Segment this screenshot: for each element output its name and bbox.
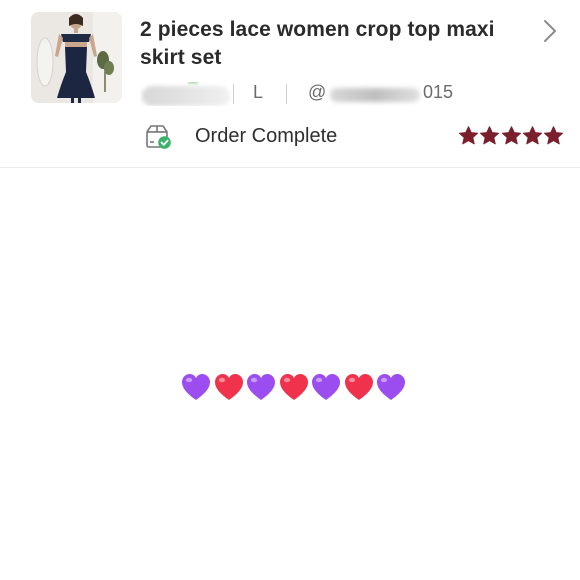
- divider: [286, 84, 287, 104]
- red-heart-icon: [214, 374, 243, 400]
- star-icon: [522, 126, 542, 145]
- star-icon: [458, 126, 479, 145]
- seller-handle-suffix: 015: [423, 82, 454, 102]
- purple-heart-icon: [182, 374, 210, 400]
- package-check-icon: [146, 125, 171, 149]
- star-icon: [543, 126, 564, 145]
- listing-title[interactable]: 2 pieces lace women crop top maxi skirt …: [140, 16, 520, 72]
- order-status-label: Order Complete: [195, 125, 338, 147]
- chevron-right-icon[interactable]: [540, 18, 560, 44]
- divider: [233, 84, 234, 104]
- star-icon: [480, 126, 500, 145]
- seller-handle-redacted: [330, 88, 420, 102]
- red-heart-icon: [279, 374, 308, 400]
- red-heart-icon: [344, 374, 373, 400]
- size-label: L: [253, 82, 264, 102]
- star-icon: [501, 126, 521, 145]
- listing-meta: L @ 015: [140, 82, 480, 106]
- rating-stars: [458, 125, 564, 147]
- product-thumbnail[interactable]: [31, 12, 122, 103]
- price-redacted: [142, 86, 230, 106]
- product-photo: [31, 12, 122, 103]
- purple-heart-icon: [312, 374, 340, 400]
- order-card[interactable]: 2 pieces lace women crop top maxi skirt …: [0, 0, 580, 168]
- purple-heart-icon: [377, 374, 405, 400]
- purple-heart-icon: [247, 374, 275, 400]
- seller-handle-prefix[interactable]: @: [308, 82, 326, 103]
- message-hearts: [180, 372, 410, 404]
